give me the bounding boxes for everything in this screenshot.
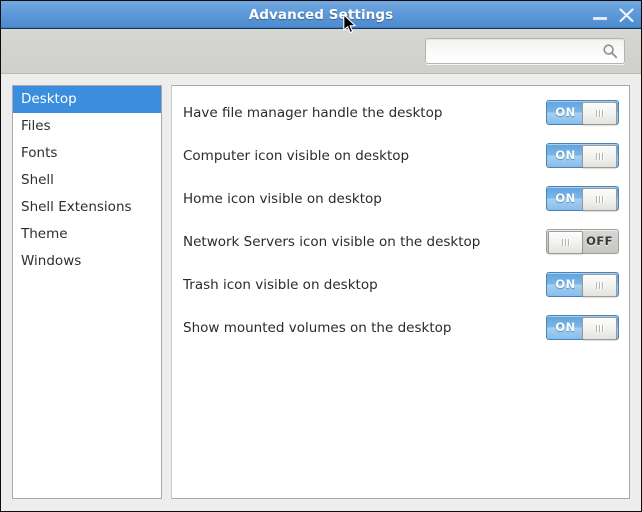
search-box[interactable] (425, 38, 625, 64)
sidebar-item-label: Shell (21, 172, 54, 188)
toggle-handle[interactable] (548, 231, 583, 254)
sidebar-item-label: Windows (21, 253, 81, 269)
grip-icon (596, 110, 603, 117)
setting-row: Network Servers icon visible on the desk… (172, 220, 629, 263)
toggle-network-servers-icon[interactable]: OFF (546, 229, 619, 254)
grip-icon (596, 153, 603, 160)
setting-label: Home icon visible on desktop (183, 191, 546, 207)
setting-row: Trash icon visible on desktop ON (172, 263, 629, 306)
toggle-handle[interactable] (582, 274, 617, 297)
settings-list: Have file manager handle the desktop ON … (172, 86, 629, 349)
toggle-computer-icon[interactable]: ON (546, 143, 619, 168)
search-icon[interactable] (602, 43, 618, 59)
close-icon[interactable] (618, 6, 635, 24)
toggle-file-manager-desktop[interactable]: ON (546, 100, 619, 125)
setting-label: Show mounted volumes on the desktop (183, 320, 546, 336)
toolbar (1, 29, 641, 74)
sidebar-item-desktop[interactable]: Desktop (13, 86, 161, 113)
setting-row: Show mounted volumes on the desktop ON (172, 306, 629, 349)
toggle-handle[interactable] (582, 317, 617, 340)
toggle-state-label: OFF (581, 230, 618, 253)
setting-row: Have file manager handle the desktop ON (172, 91, 629, 134)
toggle-state-label: ON (547, 101, 584, 124)
sidebar-item-shell-extensions[interactable]: Shell Extensions (13, 194, 161, 221)
toggle-handle[interactable] (582, 188, 617, 211)
setting-label: Computer icon visible on desktop (183, 148, 546, 164)
sidebar-item-fonts[interactable]: Fonts (13, 140, 161, 167)
grip-icon (562, 239, 569, 246)
search-input[interactable] (432, 39, 600, 63)
sidebar-item-windows[interactable]: Windows (13, 248, 161, 275)
setting-label: Trash icon visible on desktop (183, 277, 546, 293)
setting-row: Home icon visible on desktop ON (172, 177, 629, 220)
advanced-settings-window: Advanced Settings (0, 0, 642, 512)
toggle-handle[interactable] (582, 102, 617, 125)
toggle-state-label: ON (547, 144, 584, 167)
toggle-state-label: ON (547, 316, 584, 339)
sidebar-item-shell[interactable]: Shell (13, 167, 161, 194)
sidebar-item-files[interactable]: Files (13, 113, 161, 140)
toggle-handle[interactable] (582, 145, 617, 168)
sidebar-item-label: Desktop (21, 91, 77, 107)
sidebar-item-label: Fonts (21, 145, 57, 161)
setting-row: Computer icon visible on desktop ON (172, 134, 629, 177)
toggle-state-label: ON (547, 273, 584, 296)
settings-pane: Have file manager handle the desktop ON … (171, 85, 630, 499)
minimize-icon[interactable] (592, 6, 609, 24)
category-sidebar: Desktop Files Fonts Shell Shell Extensio… (12, 85, 162, 499)
grip-icon (596, 282, 603, 289)
window-title: Advanced Settings (249, 7, 394, 23)
toggle-home-icon[interactable]: ON (546, 186, 619, 211)
grip-icon (596, 196, 603, 203)
toggle-mounted-volumes[interactable]: ON (546, 315, 619, 340)
setting-label: Network Servers icon visible on the desk… (183, 234, 546, 250)
window-titlebar[interactable]: Advanced Settings (1, 1, 641, 29)
toggle-state-label: ON (547, 187, 584, 210)
window-controls (592, 1, 635, 28)
sidebar-item-label: Theme (21, 226, 68, 242)
sidebar-item-theme[interactable]: Theme (13, 221, 161, 248)
sidebar-item-label: Files (21, 118, 51, 134)
setting-label: Have file manager handle the desktop (183, 105, 546, 121)
sidebar-item-label: Shell Extensions (21, 199, 132, 215)
toggle-trash-icon[interactable]: ON (546, 272, 619, 297)
content-area: Desktop Files Fonts Shell Shell Extensio… (1, 74, 641, 511)
grip-icon (596, 325, 603, 332)
